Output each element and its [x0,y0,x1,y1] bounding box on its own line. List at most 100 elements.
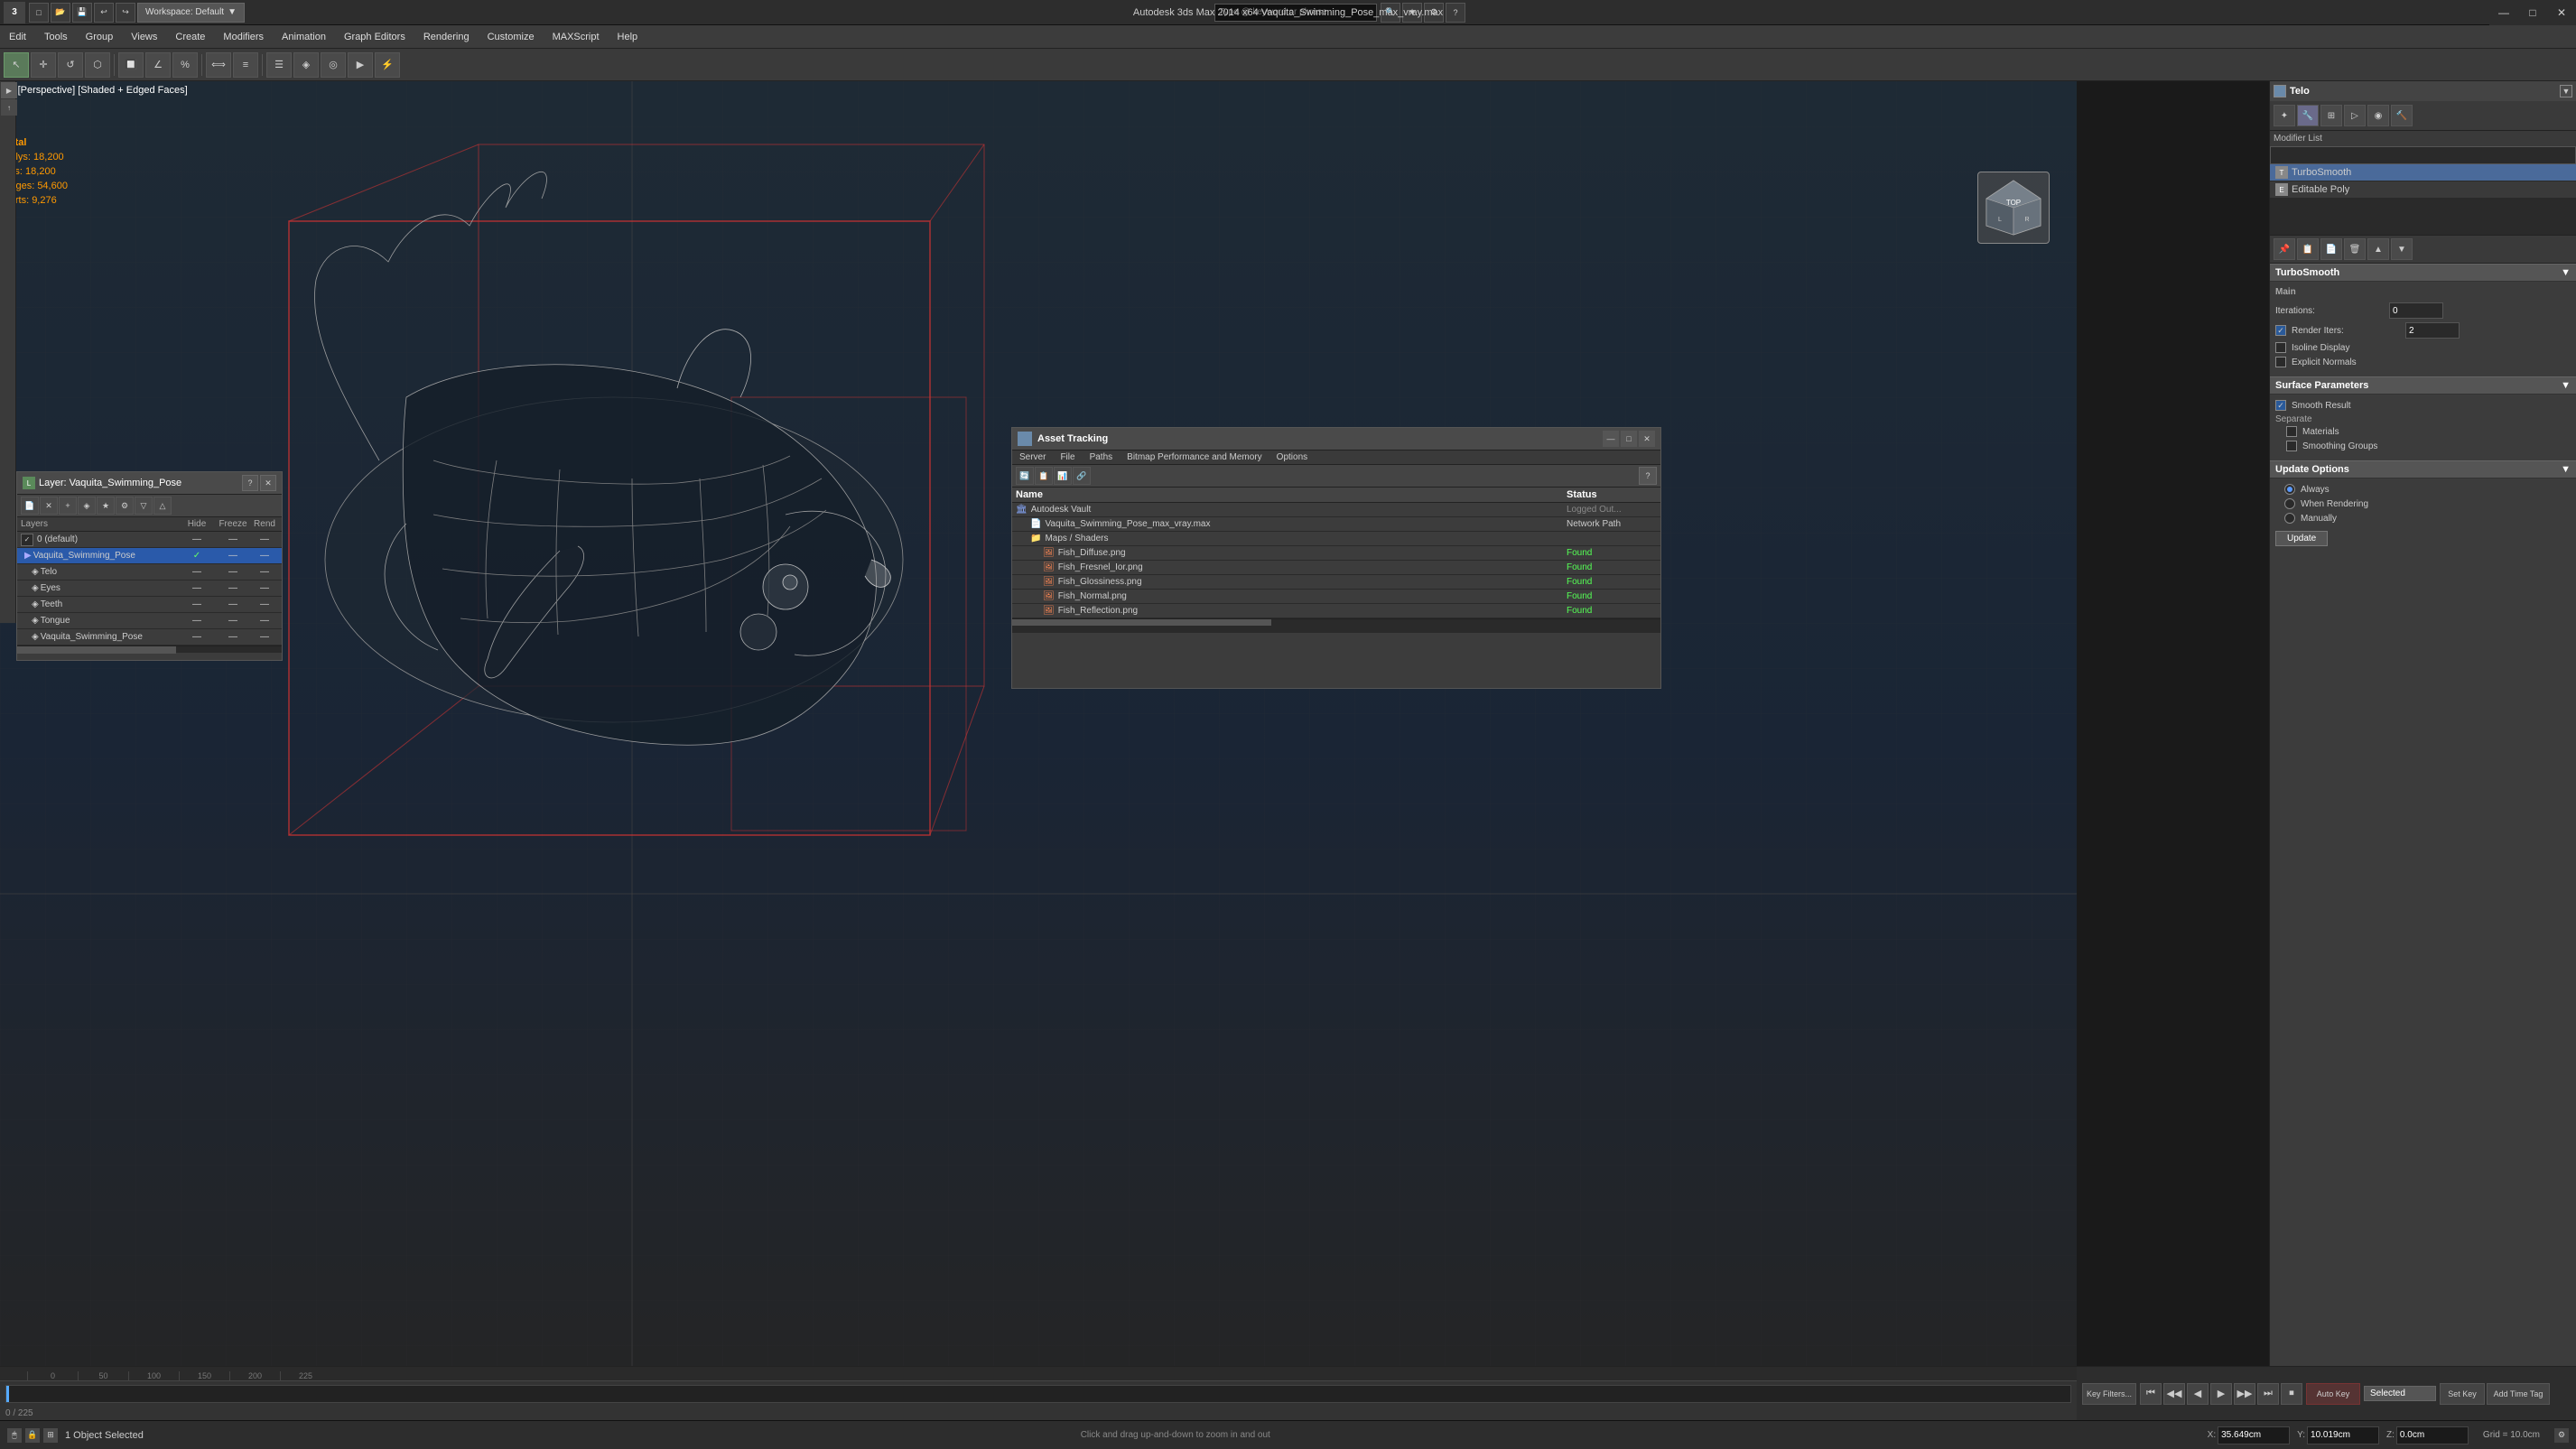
asset-row-reflection[interactable]: 🖼 Fish_Reflection.png Found [1012,604,1660,618]
menu-edit[interactable]: Edit [0,25,35,49]
menu-modifiers[interactable]: Modifiers [214,25,273,49]
smoothing-groups-check[interactable] [2286,441,2297,451]
modifier-list-dropdown[interactable] [2270,146,2576,164]
asset-scrollbar-h[interactable] [1012,618,1660,626]
panel-icon-utilities[interactable]: 🔨 [2391,105,2413,126]
manually-radio[interactable] [2284,513,2295,524]
panel-icon-display[interactable]: ◉ [2367,105,2389,126]
mod-copy-icon[interactable]: 📋 [2297,238,2319,260]
menu-help[interactable]: Help [609,25,647,49]
redo-btn[interactable]: ↪ [116,3,135,23]
scale-tool[interactable]: ⬡ [85,52,110,78]
panel-icon-modify[interactable]: 🔧 [2297,105,2319,126]
asset-row-diffuse[interactable]: 🖼 Fish_Diffuse.png Found [1012,546,1660,561]
modifier-turbomooth[interactable]: T TurboSmooth [2270,164,2576,181]
mirror-tool[interactable]: ⟺ [206,52,231,78]
play-back-btn[interactable]: ◀ [2187,1383,2209,1405]
viewport[interactable]: [+] [Perspective] [Shaded + Edged Faces]… [0,81,2077,1413]
layer-scrollbar-thumb[interactable] [17,646,176,654]
menu-animation[interactable]: Animation [273,25,335,49]
layer-row-telo[interactable]: ◈Telo — — — [17,564,282,581]
modifier-editable-poly[interactable]: E Editable Poly [2270,181,2576,199]
percent-snap-tool[interactable]: % [172,52,198,78]
layer-row-vaquita2[interactable]: ◈Vaquita_Swimming_Pose — — — [17,629,282,646]
iterations-value[interactable]: 0 [2389,302,2443,319]
asset-row-vault[interactable]: 🏛 Autodesk Vault Logged Out... [1012,503,1660,517]
timeline-playhead[interactable] [6,1386,9,1402]
layer-new-btn[interactable]: 📄 [21,497,39,515]
panel-icon-create[interactable]: ✦ [2274,105,2295,126]
status-icon-1[interactable]: 🖱 [7,1428,22,1443]
asset-row-glossiness[interactable]: 🖼 Fish_Glossiness.png Found [1012,575,1660,590]
render-tool[interactable]: ▶ [348,52,373,78]
asset-tool-4[interactable]: 🔗 [1073,467,1091,485]
asset-row-fresnel[interactable]: 🖼 Fish_Fresnel_Ior.png Found [1012,561,1660,575]
when-rendering-radio[interactable] [2284,498,2295,509]
layer-delete-btn[interactable]: ✕ [40,497,58,515]
isoline-check[interactable] [2275,342,2286,353]
menu-group[interactable]: Group [77,25,123,49]
always-radio[interactable] [2284,484,2295,495]
schematic-tool[interactable]: ◈ [293,52,319,78]
layer-row-eyes[interactable]: ◈Eyes — — — [17,581,282,597]
layer-row-tongue[interactable]: ◈Tongue — — — [17,613,282,629]
asset-menu-paths[interactable]: Paths [1083,450,1121,464]
smooth-result-check[interactable]: ✓ [2275,400,2286,411]
explicit-normals-check[interactable] [2275,357,2286,367]
menu-graph-editors[interactable]: Graph Editors [335,25,414,49]
layer-scrollbar[interactable] [17,646,282,653]
asset-tool-1[interactable]: 🔄 [1016,467,1034,485]
set-key-btn[interactable]: Set Key [2440,1383,2485,1405]
materials-check[interactable] [2286,426,2297,437]
quick-render-tool[interactable]: ⚡ [375,52,400,78]
prev-frame-btn[interactable]: ⏮ [2140,1383,2162,1405]
selected-dropdown[interactable]: Selected [2364,1386,2436,1401]
navigation-cube[interactable]: TOP L R [1977,172,2050,244]
layer-panel-close[interactable]: ✕ [260,475,276,491]
layer-row-teeth[interactable]: ◈Teeth — — — [17,597,282,613]
panel-expand-btn[interactable]: ▼ [2560,85,2572,98]
asset-help-btn[interactable]: ? [1639,467,1657,485]
update-button[interactable]: Update [2275,531,2328,546]
asset-menu-bitmap[interactable]: Bitmap Performance and Memory [1120,450,1269,464]
menu-tools[interactable]: Tools [35,25,77,49]
help-btn[interactable]: ? [1446,3,1465,23]
layer-tool[interactable]: ☰ [266,52,292,78]
snap-tool[interactable]: 🔲 [118,52,144,78]
auto-key-btn[interactable]: Auto Key [2306,1383,2360,1405]
timeline-track[interactable] [5,1385,2071,1403]
menu-customize[interactable]: Customize [479,25,544,49]
asset-max-btn[interactable]: □ [1621,431,1637,447]
asset-row-max-file[interactable]: 📄 Vaquita_Swimming_Pose_max_vray.max Net… [1012,517,1660,532]
status-icon-3[interactable]: ⊞ [43,1428,58,1443]
key-filters-btn[interactable]: Key Filters... [2082,1383,2136,1405]
workspace-selector[interactable]: Workspace: Default ▼ [137,3,245,23]
close-btn[interactable]: ✕ [2547,0,2576,25]
panel-icon-hierarchy[interactable]: ⊞ [2320,105,2342,126]
open-btn[interactable]: 📂 [51,3,70,23]
asset-row-maps-folder[interactable]: 📁 Maps / Shaders [1012,532,1660,546]
stop-btn[interactable]: ⏹ [2281,1383,2302,1405]
asset-menu-server[interactable]: Server [1012,450,1053,464]
mod-paste-icon[interactable]: 📄 [2320,238,2342,260]
next-key-btn[interactable]: ▶▶ [2234,1383,2255,1405]
add-time-tag-btn[interactable]: Add Time Tag [2487,1383,2550,1405]
angle-snap-tool[interactable]: ∠ [145,52,171,78]
material-tool[interactable]: ◎ [321,52,346,78]
layer-expand-btn[interactable]: ▽ [135,497,153,515]
coord-y-value[interactable]: 10.019cm [2307,1426,2379,1444]
layer-collapse-btn[interactable]: △ [153,497,172,515]
layer-add-sel-btn[interactable]: + [59,497,77,515]
left-icon-1[interactable]: ▶ [1,82,17,98]
object-color-swatch[interactable] [2274,85,2286,98]
layer-panel-help[interactable]: ? [242,475,258,491]
layer-row-default[interactable]: ✓ 0 (default) — — — [17,532,282,548]
asset-menu-file[interactable]: File [1053,450,1082,464]
mod-pin-icon[interactable]: 📌 [2274,238,2295,260]
play-btn[interactable]: ▶ [2210,1383,2232,1405]
panel-icon-motion[interactable]: ▷ [2344,105,2366,126]
update-options-header[interactable]: Update Options ▼ [2270,460,2576,478]
minimize-btn[interactable]: — [2489,0,2518,25]
layer-highlight-btn[interactable]: ★ [97,497,115,515]
rotate-tool[interactable]: ↺ [58,52,83,78]
